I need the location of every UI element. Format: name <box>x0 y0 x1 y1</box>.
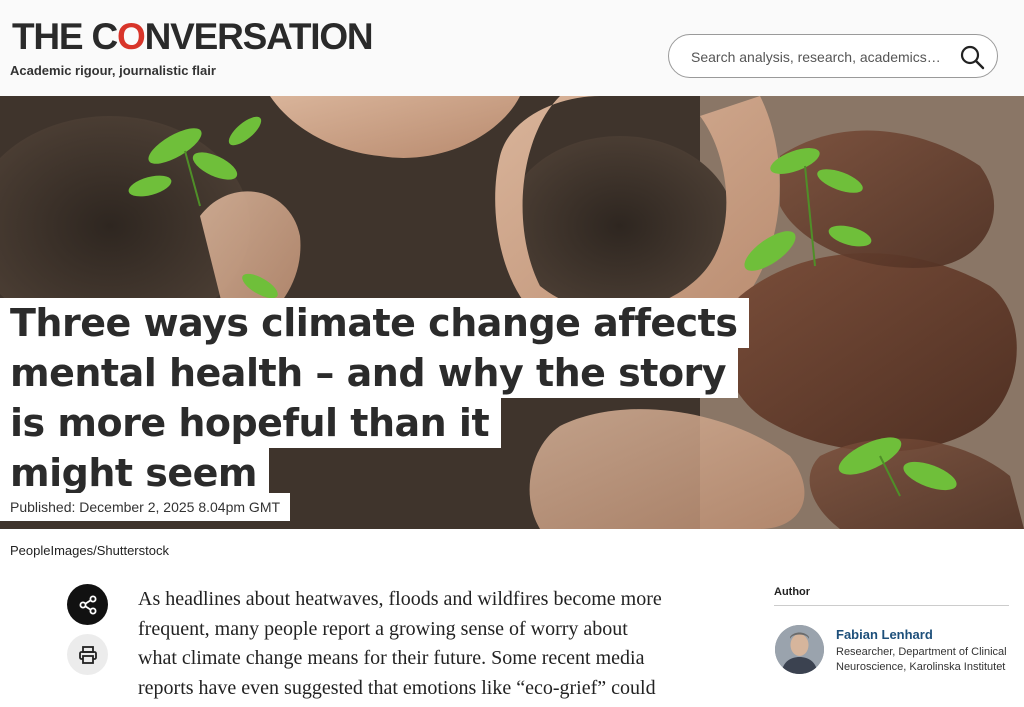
body-line: reports have even suggested that emotion… <box>138 676 656 699</box>
site-tagline: Academic rigour, journalistic flair <box>10 63 216 78</box>
share-button[interactable] <box>67 584 108 625</box>
body-line: As headlines about heatwaves, floods and… <box>138 588 662 610</box>
logo-text-suffix: NVERSATION <box>144 16 374 57</box>
body-line: what climate change means for their futu… <box>138 647 645 669</box>
logo-text-prefix: THE C <box>12 16 118 57</box>
print-button[interactable] <box>67 634 108 675</box>
search-input[interactable] <box>689 45 943 69</box>
article-title: Three ways climate change affects mental… <box>0 298 750 498</box>
search-icon[interactable] <box>959 44 985 70</box>
author-photo <box>775 625 824 674</box>
article-body: As headlines about heatwaves, floods and… <box>138 585 758 703</box>
share-icon <box>79 595 96 614</box>
title-line: might seem <box>0 448 270 498</box>
title-line: mental health – and why the story <box>0 348 739 398</box>
title-line: Three ways climate change affects <box>0 298 750 348</box>
logo-bubble: O <box>117 16 146 57</box>
site-logo[interactable]: THE CONVERSATION <box>12 16 374 58</box>
author-avatar[interactable] <box>775 625 824 674</box>
search-bar[interactable] <box>668 34 998 78</box>
print-icon <box>78 645 97 664</box>
title-line: is more hopeful than it <box>0 398 502 448</box>
site-header: THE CONVERSATION Academic rigour, journa… <box>0 0 1024 96</box>
author-name-link[interactable]: Fabian Lenhard <box>836 627 933 642</box>
divider <box>774 605 1009 606</box>
published-date: Published: December 2, 2025 8.04pm GMT <box>0 493 291 521</box>
image-credit: PeopleImages/Shutterstock <box>10 543 169 558</box>
body-line: frequent, many people report a growing s… <box>138 617 628 640</box>
author-role: Researcher, Department of Clinical Neuro… <box>836 646 1007 673</box>
author-section-label: Author <box>774 586 811 598</box>
